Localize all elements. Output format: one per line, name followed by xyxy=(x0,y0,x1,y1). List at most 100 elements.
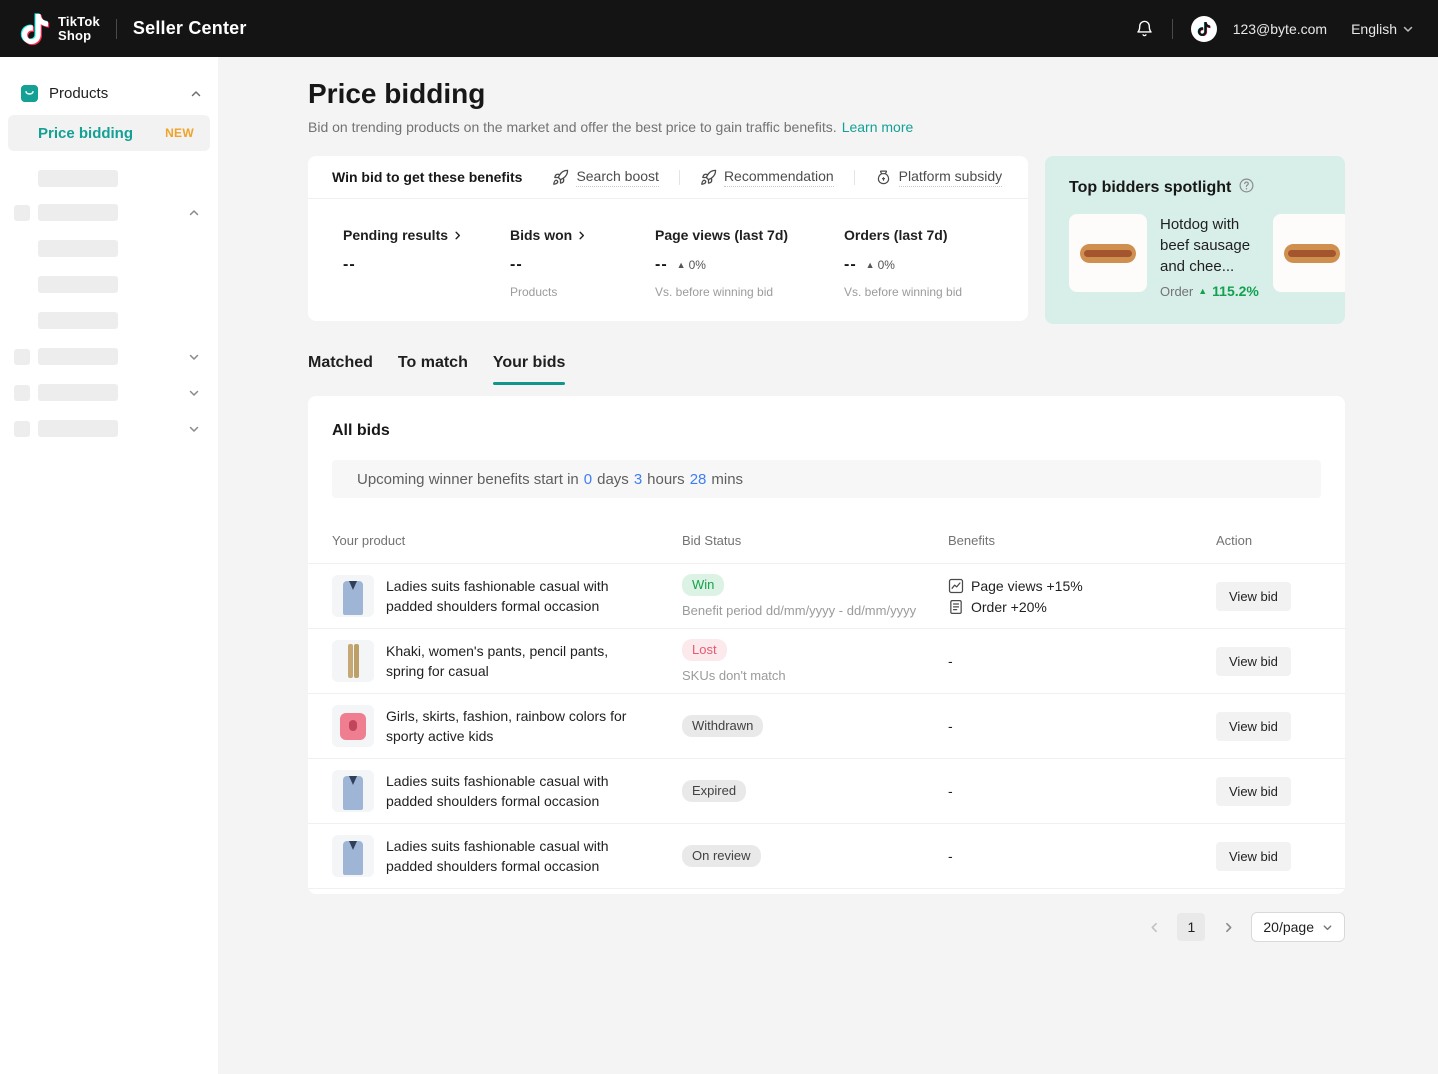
benefits-cell: Page views +15% Order +20% xyxy=(948,578,1216,615)
benefits-cell: - xyxy=(948,848,1216,864)
tiktok-shop-logo[interactable]: TikTok Shop xyxy=(20,12,100,46)
status-note: Benefit period dd/mm/yyyy - dd/mm/yyyy xyxy=(682,603,948,618)
all-bids-title: All bids xyxy=(332,422,1321,440)
stat-value: -- xyxy=(343,256,510,274)
money-bag-icon xyxy=(875,169,892,186)
sidebar-section-label: Products xyxy=(49,85,108,102)
learn-more-link[interactable]: Learn more xyxy=(842,119,914,135)
product-image xyxy=(332,835,374,877)
chevron-up-icon xyxy=(190,88,202,100)
view-bid-button[interactable]: View bid xyxy=(1216,842,1291,871)
product-title: Khaki, women's pants, pencil pants, spri… xyxy=(386,641,636,681)
view-bid-button[interactable]: View bid xyxy=(1216,647,1291,676)
delta-badge: ▲0% xyxy=(677,258,706,272)
skeleton-item xyxy=(38,170,118,187)
account-email: 123@byte.com xyxy=(1233,21,1327,37)
avatar[interactable] xyxy=(1191,16,1217,42)
skeleton-item xyxy=(38,276,118,293)
chevron-down-icon xyxy=(188,423,200,435)
notifications-bell-icon[interactable] xyxy=(1135,19,1154,38)
stat-caption: Products xyxy=(510,285,655,299)
stat-bids-won: Bids won -- Products xyxy=(510,227,655,299)
top-bar: TikTok Shop Seller Center 123@byte.com E… xyxy=(0,0,1438,57)
skeleton-item xyxy=(0,348,218,365)
benefit-text: Page views +15% xyxy=(971,578,1083,594)
benefits-cell: - xyxy=(948,653,1216,669)
product-title: Ladies suits fashionable casual with pad… xyxy=(386,836,636,876)
product-title: Ladies suits fashionable casual with pad… xyxy=(386,771,636,811)
tab-your-bids[interactable]: Your bids xyxy=(493,354,566,385)
chevron-down-icon xyxy=(1402,23,1414,35)
view-bid-button[interactable]: View bid xyxy=(1216,777,1291,806)
view-bid-button[interactable]: View bid xyxy=(1216,712,1291,741)
tab-to-match[interactable]: To match xyxy=(398,354,468,385)
product-title: Ladies suits fashionable casual with pad… xyxy=(386,576,636,616)
delta-badge: ▲0% xyxy=(866,258,895,272)
new-badge: NEW xyxy=(165,126,194,140)
pagination: 1 20/page xyxy=(308,912,1345,942)
countdown-mins: 28 xyxy=(690,471,707,488)
next-page-button[interactable] xyxy=(1215,914,1241,940)
view-bid-button[interactable]: View bid xyxy=(1216,582,1291,611)
divider xyxy=(679,170,680,185)
bids-table-body: Ladies suits fashionable casual with pad… xyxy=(308,564,1345,889)
tiktok-note-icon xyxy=(20,12,50,46)
benefits-card: Win bid to get these benefits Search boo… xyxy=(308,156,1028,321)
chevron-down-icon xyxy=(1322,922,1333,933)
chevron-down-icon xyxy=(188,387,200,399)
metric-value: 115.2% xyxy=(1212,283,1259,299)
countdown-hours: 3 xyxy=(634,471,642,488)
price-bidding-label: Price bidding xyxy=(38,125,133,142)
stat-caption: Vs. before winning bid xyxy=(655,285,844,299)
skeleton-item xyxy=(0,204,218,221)
line-chart-icon xyxy=(948,578,964,594)
spotlight-item[interactable]: Hotdog with beef sausage and chee... Ord… xyxy=(1160,214,1259,299)
perk-platform-subsidy[interactable]: Platform subsidy xyxy=(875,168,1002,187)
table-header: Your product Bid Status Benefits Action xyxy=(308,518,1345,564)
tab-bar: Matched To match Your bids xyxy=(308,354,1345,385)
page-subtitle: Bid on trending products on the market a… xyxy=(308,119,837,135)
status-badge: Win xyxy=(682,574,724,596)
column-your-product: Your product xyxy=(332,533,682,548)
sidebar-item-products[interactable]: Products xyxy=(0,79,218,108)
order-icon xyxy=(948,599,964,615)
pending-results-link[interactable]: Pending results xyxy=(343,227,510,243)
chevron-up-icon xyxy=(188,207,200,219)
spotlight-product-name: Hotdog with beef sausage and chee... xyxy=(1160,214,1259,277)
perk-recommendation[interactable]: Recommendation xyxy=(700,168,834,187)
bids-won-link[interactable]: Bids won xyxy=(510,227,655,243)
page-number[interactable]: 1 xyxy=(1177,913,1205,941)
help-icon[interactable] xyxy=(1238,177,1255,199)
all-bids-card: All bids Upcoming winner benefits start … xyxy=(308,396,1345,894)
page-size-selector[interactable]: 20/page xyxy=(1251,912,1345,942)
countdown-days: 0 xyxy=(584,471,592,488)
spotlight-item-partial xyxy=(1273,214,1345,292)
column-benefits: Benefits xyxy=(948,533,1216,548)
status-badge: Lost xyxy=(682,639,727,661)
app-name: Seller Center xyxy=(133,18,247,39)
sidebar-item-price-bidding[interactable]: Price bidding NEW xyxy=(8,115,210,151)
benefit-line: Order +20% xyxy=(948,599,1216,615)
status-badge: On review xyxy=(682,845,761,867)
column-action: Action xyxy=(1216,533,1321,548)
benefits-card-title: Win bid to get these benefits xyxy=(332,169,522,185)
top-bidders-spotlight-card: Top bidders spotlight Hotdog with beef s… xyxy=(1045,156,1345,324)
benefits-cell: - xyxy=(948,783,1216,799)
chevron-down-icon xyxy=(188,351,200,363)
perk-search-boost[interactable]: Search boost xyxy=(552,168,659,187)
rocket-icon xyxy=(700,169,717,186)
product-image xyxy=(332,770,374,812)
language-selector[interactable]: English xyxy=(1351,21,1414,37)
prev-page-button[interactable] xyxy=(1141,914,1167,940)
table-row: Ladies suits fashionable casual with pad… xyxy=(308,564,1345,629)
tab-matched[interactable]: Matched xyxy=(308,354,373,385)
table-row: Ladies suits fashionable casual with pad… xyxy=(308,759,1345,824)
status-badge: Expired xyxy=(682,780,746,802)
stat-value: -- xyxy=(510,256,655,274)
skeleton-item xyxy=(38,312,118,329)
table-row: Ladies suits fashionable casual with pad… xyxy=(308,824,1345,889)
products-bag-icon xyxy=(21,85,38,102)
stat-orders: Orders (last 7d) -- ▲0% Vs. before winni… xyxy=(844,227,1004,299)
benefit-text: Order +20% xyxy=(971,599,1047,615)
product-image xyxy=(332,640,374,682)
